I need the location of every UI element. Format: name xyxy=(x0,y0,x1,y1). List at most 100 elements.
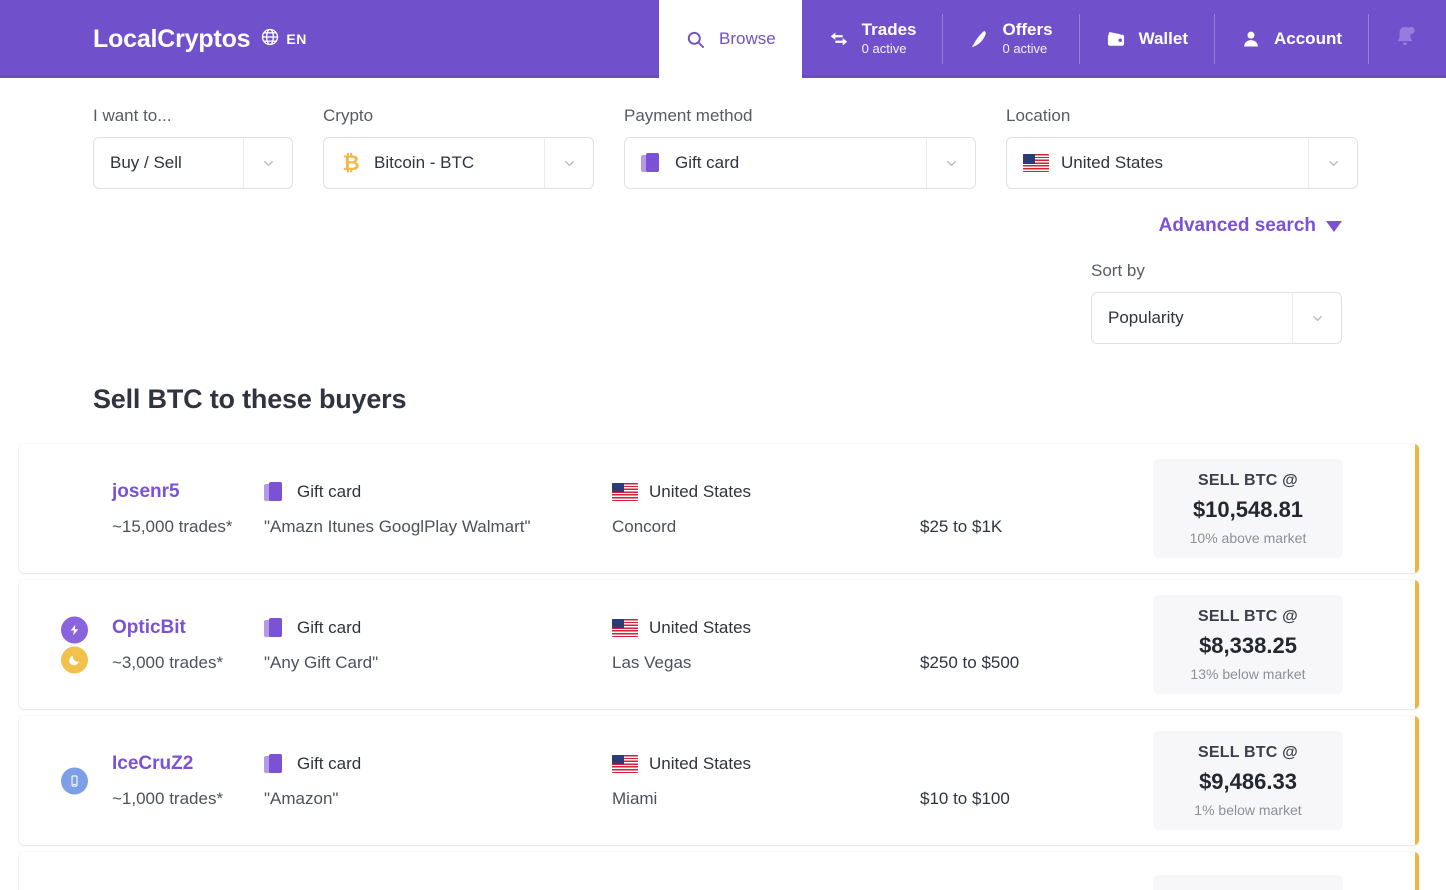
location-value: United States xyxy=(1061,153,1164,172)
offer-limit-range: $25 to $1K xyxy=(920,516,1003,536)
filter-bar: I want to... Buy / Sell Crypto ₿ Bitcoin… xyxy=(0,78,1446,189)
offer-list: josenr5 ~15,000 trades* Gift card "Amazn… xyxy=(0,444,1446,890)
offer-market-delta: 1% below market xyxy=(1194,802,1302,818)
payment-value: Gift card xyxy=(675,153,740,172)
nav-label-wallet: Wallet xyxy=(1138,29,1188,49)
offer-payment-cell: Gift card "Any Gift Card" xyxy=(264,616,612,674)
exchange-icon xyxy=(828,28,850,50)
nav-label-browse: Browse xyxy=(718,29,776,49)
want-to-select[interactable]: Buy / Sell xyxy=(93,137,293,189)
crypto-value-wrap: ₿ Bitcoin - BTC xyxy=(324,152,544,174)
offer-price-label: SELL BTC @ xyxy=(1198,472,1298,489)
offer-badges xyxy=(61,767,88,794)
bell-icon xyxy=(1392,24,1418,55)
chevron-down-icon[interactable] xyxy=(1292,293,1341,343)
top-navigation-bar: LocalCryptos EN Browse Trades 0 active O… xyxy=(0,0,1446,78)
chevron-down-icon[interactable] xyxy=(544,138,593,188)
nav-sub-trades: 0 active xyxy=(861,41,907,56)
night-owl-icon xyxy=(61,646,88,673)
payment-value-wrap: Gift card xyxy=(625,152,926,174)
filter-crypto: Crypto ₿ Bitcoin - BTC xyxy=(323,106,594,189)
label-payment-method: Payment method xyxy=(624,106,753,125)
offer-badges xyxy=(61,616,88,673)
sort-by-select[interactable]: Popularity xyxy=(1091,292,1342,344)
giftcard-icon xyxy=(264,753,286,775)
offer-username[interactable]: OpticBit xyxy=(112,617,186,639)
giftcard-icon xyxy=(264,481,286,503)
nav-item-trades[interactable]: Trades 0 active xyxy=(802,0,943,78)
offer-username[interactable]: josenr5 xyxy=(112,481,180,503)
chevron-down-icon[interactable] xyxy=(926,138,975,188)
label-location: Location xyxy=(1006,106,1071,125)
payment-method-select[interactable]: Gift card xyxy=(624,137,976,189)
user-icon xyxy=(1240,29,1262,49)
offer-limit-range: $250 to $500 xyxy=(920,652,1020,672)
advanced-search-toggle[interactable]: Advanced search xyxy=(1159,215,1342,237)
offer-price-amount: $8,338.25 xyxy=(1199,633,1297,658)
mobile-verified-icon xyxy=(61,767,88,794)
nav-item-browse[interactable]: Browse xyxy=(658,0,802,78)
offer-payment-detail: "Any Gift Card" xyxy=(264,652,379,672)
offer-limit-range: $10 to $100 xyxy=(920,788,1010,808)
offer-price-label: SELL BTC @ xyxy=(1198,608,1298,625)
nav-item-wallet[interactable]: Wallet xyxy=(1078,0,1214,78)
sort-by-value: Popularity xyxy=(1108,308,1184,327)
offer-range-cell: $25 to $1K xyxy=(920,480,1098,538)
chevron-down-icon[interactable] xyxy=(243,138,292,188)
language-code: EN xyxy=(286,31,307,47)
offer-payment-detail: "Amazn Itunes GooglPlay Walmart" xyxy=(264,516,531,536)
offer-country: United States xyxy=(649,481,752,501)
notifications-button[interactable] xyxy=(1368,0,1446,78)
offer-country: United States xyxy=(649,753,752,773)
offer-location-cell: United States Las Vegas xyxy=(612,616,920,674)
sort-row: Sort by Popularity xyxy=(0,237,1446,344)
chevron-down-icon[interactable] xyxy=(1308,138,1357,188)
offer-price-button[interactable]: SELL BTC @ $10,548.81 10% above market xyxy=(1153,459,1343,558)
page-title: Sell BTC to these buyers xyxy=(93,384,407,414)
advanced-search-label: Advanced search xyxy=(1158,215,1316,236)
offer-payment-cell: Gift card "Amazon" xyxy=(264,752,612,810)
advanced-search-row: Advanced search xyxy=(0,189,1446,237)
offer-price-amount: $9,486.33 xyxy=(1199,769,1297,794)
label-crypto: Crypto xyxy=(323,106,374,125)
table-row[interactable]: IceCruZ2 Gift card United States SELL BT… xyxy=(19,852,1419,890)
crypto-select[interactable]: ₿ Bitcoin - BTC xyxy=(323,137,594,189)
bitcoin-icon: ₿ xyxy=(342,152,360,174)
search-icon xyxy=(685,30,707,49)
offer-city: Miami xyxy=(612,788,658,808)
offer-payment-cell: Gift card "Amazn Itunes GooglPlay Walmar… xyxy=(264,480,612,538)
offer-username[interactable]: IceCruZ2 xyxy=(112,753,193,775)
location-value-wrap: United States xyxy=(1007,153,1308,173)
nav-sub-offers: 0 active xyxy=(1002,41,1048,56)
wallet-icon xyxy=(1105,28,1127,50)
language-selector[interactable]: EN xyxy=(260,27,306,52)
table-row[interactable]: IceCruZ2 ~1,000 trades* Gift card "Amazo… xyxy=(19,716,1419,845)
table-row[interactable]: josenr5 ~15,000 trades* Gift card "Amazn… xyxy=(19,444,1419,573)
triangle-down-icon xyxy=(1326,220,1342,232)
nav-item-offers[interactable]: Offers 0 active xyxy=(942,0,1078,78)
offer-market-delta: 13% below market xyxy=(1190,666,1306,682)
nav-item-account[interactable]: Account xyxy=(1214,0,1368,78)
filter-want-to: I want to... Buy / Sell xyxy=(93,106,293,189)
label-sort-by: Sort by xyxy=(1091,261,1145,280)
offer-price-button[interactable]: SELL BTC @ $8,338.25 13% below market xyxy=(1153,595,1343,694)
globe-icon xyxy=(260,27,280,52)
offer-price-button[interactable]: SELL BTC @ $9,486.33 1% below market xyxy=(1153,731,1343,830)
fast-responder-icon xyxy=(61,616,88,643)
us-flag-icon xyxy=(612,482,638,501)
nav-label-account: Account xyxy=(1274,29,1342,49)
filter-location: Location United States xyxy=(1006,106,1358,189)
label-want-to: I want to... xyxy=(93,106,172,125)
table-row[interactable]: OpticBit ~3,000 trades* Gift card "Any G… xyxy=(19,580,1419,709)
location-select[interactable]: United States xyxy=(1006,137,1358,189)
offer-city: Las Vegas xyxy=(612,652,692,672)
brand-logo[interactable]: LocalCryptos xyxy=(93,25,251,54)
offer-payment-method: Gift card xyxy=(297,753,362,773)
offer-city: Concord xyxy=(612,516,677,536)
tag-icon xyxy=(968,28,990,50)
offer-country: United States xyxy=(649,617,752,637)
offer-payment-method: Gift card xyxy=(297,617,362,637)
nav-label-offers: Offers xyxy=(1002,20,1053,40)
giftcard-icon xyxy=(264,617,286,639)
offer-price-button[interactable]: SELL BTC @ $9,390.51 xyxy=(1153,875,1343,890)
